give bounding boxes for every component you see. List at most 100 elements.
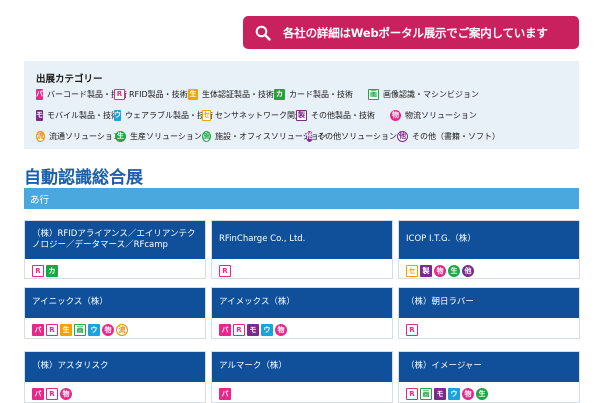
exhibitor-categories: R xyxy=(212,259,392,277)
category-badge: 生 xyxy=(60,324,72,336)
exhibitor-categories: バR物 xyxy=(25,382,205,400)
legend-item-label: RFID製品・技術 xyxy=(129,90,188,99)
legend-item: カカード製品・技術 xyxy=(274,88,368,101)
legend-item: 他その他ソリューション xyxy=(306,130,397,143)
category-badge: セ xyxy=(202,110,211,121)
category-badge: 生 xyxy=(188,89,198,100)
legend-item-label: 生体認証製品・技術 xyxy=(202,90,274,99)
category-badge: R xyxy=(219,265,231,277)
exhibitor-card[interactable]: （株）アスタリスクバ R 物 xyxy=(24,351,206,403)
category-badge: 画 xyxy=(420,388,432,400)
category-badge: R xyxy=(46,324,58,336)
legend-item-label: 画像認識・マシンビジョン xyxy=(383,90,479,99)
category-badge: バ xyxy=(219,388,231,400)
search-icon xyxy=(255,24,273,42)
category-badge: 物 xyxy=(390,110,401,121)
legend-item-label: 流通ソリューション xyxy=(49,132,121,141)
category-badge: 製 xyxy=(420,265,432,277)
legend-title: 出展カテゴリー xyxy=(36,74,103,85)
exhibitor-card[interactable]: アイメックス（株）バ R モウ物 xyxy=(211,287,393,339)
category-badge: バ xyxy=(32,324,44,336)
exhibitor-card[interactable]: （株）イメージャー R 画モウ物生 xyxy=(398,351,580,403)
category-legend: 出展カテゴリー ババーコード製品・技術 R RFID製品・技術生生体認証製品・技術カ… xyxy=(24,61,579,149)
legend-item: 生生産ソリューション xyxy=(115,130,202,143)
category-badge: バ xyxy=(32,388,44,400)
legend-item: ババーコード製品・技術 xyxy=(36,88,127,101)
exhibitor-categories: バ xyxy=(212,382,392,400)
exhibitor-categories: バRモウ物 xyxy=(212,318,392,336)
portal-button-label: 各社の詳細はWebポータル展示でご案内しています xyxy=(283,25,548,40)
category-badge: カ xyxy=(46,265,58,277)
exhibitor-card[interactable]: アイニックス（株）バ R 生画ウ物流 xyxy=(24,287,206,339)
section-title: 自動認識総合展 xyxy=(24,168,143,188)
category-badge: ウ xyxy=(88,324,100,336)
category-badge: セ xyxy=(406,265,418,277)
exhibitor-categories: Rカ xyxy=(25,259,205,277)
exhibitor-card[interactable]: （株）RFIDアライアンス／エイリアンテクノロジー／データマース／RFcamp R… xyxy=(24,220,206,279)
category-badge: バ xyxy=(36,89,43,100)
legend-item-label: ウェアラブル製品・技術 xyxy=(125,111,213,120)
legend-item: セセンサネットワーク関連 xyxy=(202,109,303,122)
category-badge: 物 xyxy=(102,324,114,336)
legend-item: モモバイル製品・技術 xyxy=(36,109,119,122)
legend-item: R RFID製品・技術 xyxy=(114,88,188,101)
category-badge: R xyxy=(406,324,418,336)
legend-grid: ババーコード製品・技術 R RFID製品・技術生生体認証製品・技術カカード製品・技術… xyxy=(36,88,569,147)
exhibitor-name: （株）朝日ラバー xyxy=(399,288,579,318)
category-badge: モ xyxy=(36,110,43,121)
legend-item: 物物流ソリューション xyxy=(390,109,477,122)
legend-item-label: センサネットワーク関連 xyxy=(215,111,303,120)
category-badge: ウ xyxy=(261,324,273,336)
section-subheading: あ行 xyxy=(24,188,579,209)
legend-item-label: その他製品・技術 xyxy=(311,111,375,120)
legend-item: 流流通ソリューション xyxy=(36,130,121,143)
category-badge: 他 xyxy=(306,131,314,142)
legend-item: 生生体認証製品・技術 xyxy=(188,88,274,101)
category-badge: モ xyxy=(247,324,259,336)
exhibitor-name: RFinCharge Co., Ltd. xyxy=(212,221,392,259)
category-badge: 流 xyxy=(116,324,128,336)
exhibitor-card[interactable]: アルマーク（株） バ xyxy=(211,351,393,403)
category-badge: 生 xyxy=(448,265,460,277)
exhibitor-card[interactable]: RFinCharge Co., Ltd. R xyxy=(211,220,393,279)
exhibitor-categories: バR生画ウ物流 xyxy=(25,318,205,336)
category-badge: R xyxy=(46,388,58,400)
category-badge: 他 xyxy=(462,265,474,277)
category-badge: 物 xyxy=(462,388,474,400)
category-badge: バ xyxy=(219,324,231,336)
category-badge: 製 xyxy=(296,110,307,121)
legend-item-label: モバイル製品・技術 xyxy=(47,111,119,120)
legend-item-label: その他ソリューション xyxy=(317,132,397,141)
portal-button[interactable]: 各社の詳細はWebポータル展示でご案内しています xyxy=(243,16,579,49)
exhibitor-name: ICOP I.T.G.（株） xyxy=(399,221,579,259)
legend-item: 画画像認識・マシンビジョン xyxy=(368,88,479,101)
category-badge: R xyxy=(114,89,125,100)
category-badge: R xyxy=(32,265,44,277)
exhibitor-categories: R画モウ物生 xyxy=(399,382,579,400)
exhibitor-name: （株）アスタリスク xyxy=(25,352,205,382)
category-badge: 物 xyxy=(60,388,72,400)
exhibitor-name: （株）RFIDアライアンス／エイリアンテクノロジー／データマース／RFcamp xyxy=(25,221,205,259)
category-badge: 画 xyxy=(368,89,379,100)
exhibitor-name: アルマーク（株） xyxy=(212,352,392,382)
legend-item: ウウェアラブル製品・技術 xyxy=(114,109,213,122)
category-badge: R xyxy=(233,324,245,336)
category-badge: 物 xyxy=(275,324,287,336)
legend-item-label: 物流ソリューション xyxy=(405,111,477,120)
exhibitor-card[interactable]: （株）朝日ラバー R xyxy=(398,287,580,339)
exhibitor-name: アイメックス（株） xyxy=(212,288,392,318)
category-badge: R xyxy=(406,388,418,400)
category-badge: ウ xyxy=(114,110,121,121)
exhibitor-categories: セ製物生他 xyxy=(399,259,579,277)
category-badge: ウ xyxy=(448,388,460,400)
exhibitor-card[interactable]: ICOP I.T.G.（株）セ製物生他 xyxy=(398,220,580,279)
legend-item: 施施設・オフィスソリューション xyxy=(202,130,327,143)
legend-item-label: 生産ソリューション xyxy=(130,132,202,141)
category-badge: 他 xyxy=(397,131,408,142)
legend-item-label: カード製品・技術 xyxy=(289,90,353,99)
legend-item: 製その他製品・技術 xyxy=(296,109,390,122)
category-badge: カ xyxy=(274,89,285,100)
exhibitor-categories: R xyxy=(399,318,579,336)
category-badge: 画 xyxy=(74,324,86,336)
category-badge: 物 xyxy=(434,265,446,277)
